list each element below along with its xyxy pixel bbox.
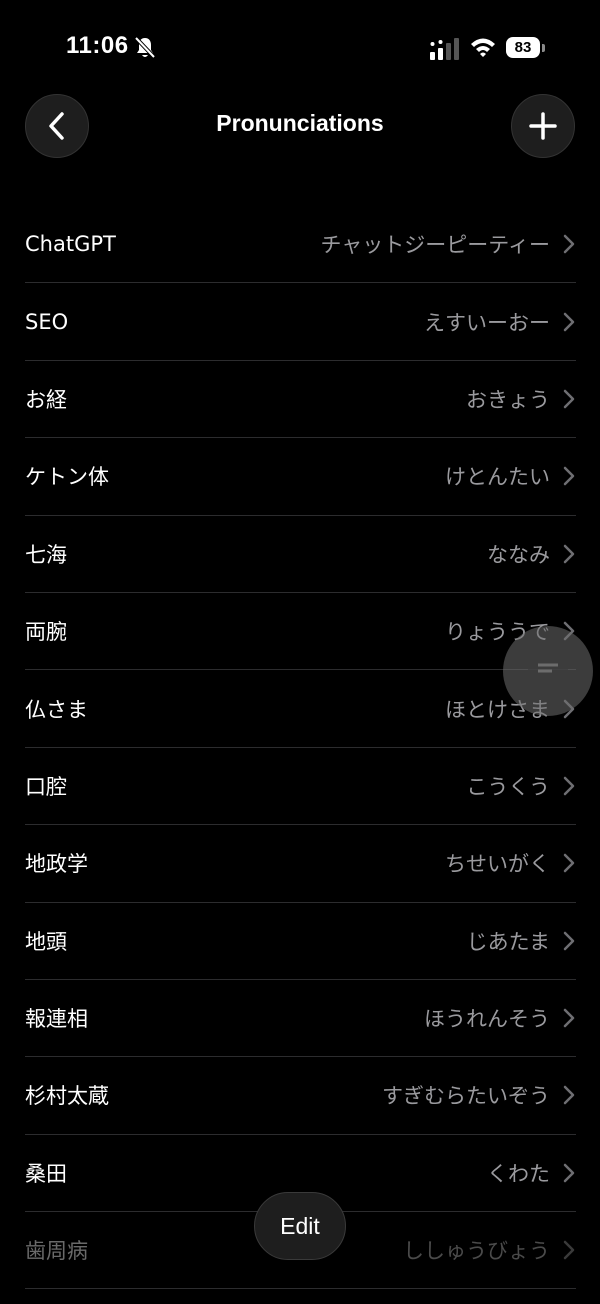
signal-icon: [430, 38, 459, 60]
pronunciation-term: 仏さま: [25, 697, 88, 722]
chevron-right-icon: [563, 1086, 575, 1105]
pronunciation-reading: おきょう: [466, 387, 550, 412]
pronunciation-row[interactable]: 七海 ななみ: [25, 516, 576, 593]
pronunciation-term: 地頭: [25, 929, 67, 954]
pronunciation-row[interactable]: ケトン体 けとんたい: [25, 438, 576, 516]
pronunciation-term: 口腔: [25, 774, 67, 799]
chevron-right-icon: [563, 234, 575, 254]
edit-button[interactable]: Edit: [254, 1192, 346, 1260]
pronunciation-list: ChatGPT チャットジーピーティー SEO えすいーおーお経 おきょうケトン体 けとん…: [25, 206, 576, 1290]
status-bar: 11:06 83: [0, 0, 600, 90]
pronunciation-row[interactable]: 地政学 ちせいがく: [25, 825, 576, 903]
pronunciation-term: ChatGPT: [25, 232, 116, 257]
chat-bubble-icon: [528, 655, 568, 687]
pronunciation-row[interactable]: SEO えすいーおー: [25, 283, 576, 361]
chevron-right-icon: [563, 312, 575, 331]
plus-icon: [529, 112, 557, 140]
pronunciation-row[interactable]: 口腔 こうくう: [25, 748, 576, 826]
pronunciation-reading: ししゅうびょう: [403, 1239, 550, 1264]
pronunciation-row[interactable]: 仏さま ほとけさま: [25, 670, 576, 748]
pronunciation-row[interactable]: 地頭 じあたま: [25, 903, 576, 980]
pronunciation-reading: じあたま: [466, 929, 550, 954]
pronunciation-term: 両腕: [25, 620, 67, 645]
pronunciation-row[interactable]: 報連相 ほうれんそう: [25, 980, 576, 1058]
pronunciation-reading: チャットジーピーティー: [320, 233, 550, 258]
wifi-icon: [471, 38, 495, 57]
pronunciation-reading: ちせいがく: [445, 852, 550, 877]
pronunciation-reading: こうくう: [466, 774, 550, 799]
pronunciation-term: 報連相: [25, 1007, 88, 1032]
chevron-right-icon: [563, 854, 575, 873]
chevron-right-icon: [563, 1008, 575, 1028]
pronunciation-reading: えすいーおー: [424, 310, 550, 335]
chevron-right-icon: [563, 931, 575, 950]
chevron-right-icon: [563, 776, 575, 796]
pronunciation-term: 杉村太蔵: [25, 1084, 109, 1109]
pronunciation-row[interactable]: お経 おきょう: [25, 361, 576, 439]
chevron-right-icon: [563, 544, 575, 563]
pronunciation-row[interactable]: 両腕 りょううで: [25, 593, 576, 671]
pronunciation-reading: すぎむらたいぞう: [382, 1084, 550, 1109]
status-time: 11:06: [66, 32, 129, 59]
pronunciation-row[interactable]: 杉村太蔵 すぎむらたいぞう: [25, 1057, 576, 1135]
pronunciation-reading: くわた: [487, 1161, 550, 1186]
pronunciation-term: 歯周病: [25, 1239, 88, 1264]
pronunciation-row[interactable]: ChatGPT チャットジーピーティー: [25, 206, 576, 284]
floating-chat-button[interactable]: [503, 626, 593, 716]
page-title: Pronunciations: [216, 110, 384, 136]
pronunciation-term: 桑田: [25, 1161, 67, 1186]
pronunciation-reading: ほうれんそう: [424, 1007, 550, 1032]
pronunciation-term: SEO: [25, 309, 69, 334]
pronunciation-term: 七海: [25, 542, 67, 567]
chevron-right-icon: [563, 1241, 575, 1260]
chevron-right-icon: [563, 1163, 575, 1183]
pronunciation-term: ケトン体: [25, 465, 109, 490]
chevron-right-icon: [563, 467, 575, 486]
battery-tip: [542, 44, 545, 52]
pronunciation-term: お経: [25, 387, 67, 412]
add-pronunciation-button[interactable]: [511, 94, 575, 158]
pronunciation-reading: けとんたい: [445, 465, 550, 490]
battery-indicator: 83: [506, 37, 540, 58]
bell-slash-icon: [134, 36, 156, 59]
chevron-right-icon: [563, 389, 575, 409]
pronunciation-term: 地政学: [25, 852, 88, 877]
pronunciation-reading: ななみ: [487, 542, 550, 567]
